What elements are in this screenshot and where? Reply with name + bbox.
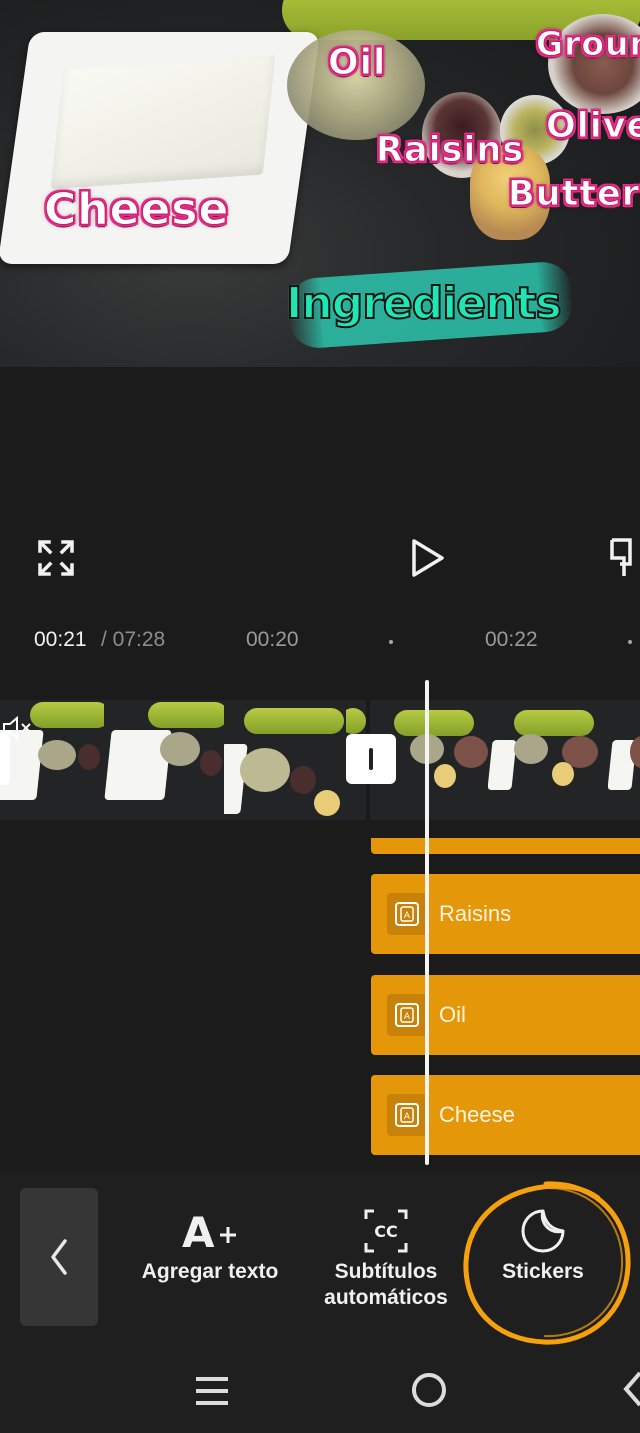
clip-thumbnail	[224, 700, 346, 820]
video-track[interactable]	[0, 700, 640, 820]
svg-text:A: A	[182, 1208, 215, 1255]
ingredients-label: Ingredients	[285, 277, 563, 330]
text-clip-label: Oil	[439, 1002, 466, 1027]
play-button[interactable]	[400, 534, 456, 582]
clip-thumbnail	[608, 700, 640, 820]
crop-icon	[610, 538, 632, 576]
clip-trim-handle-left[interactable]	[0, 733, 10, 785]
text-clip-icon: A	[387, 893, 427, 935]
text-clip-label: Raisins	[439, 901, 512, 926]
chevron-left-icon	[51, 1239, 67, 1275]
text-track-cheese[interactable]: A Cheese	[371, 1075, 640, 1155]
player-controls	[0, 520, 640, 596]
timecode-ruler: 00:21 / 07:28 00:20 00:22	[0, 618, 640, 662]
clip-thumbnail	[104, 700, 224, 820]
add-text-icon: A	[124, 1203, 296, 1259]
sticker-oil[interactable]: Oil	[327, 42, 386, 84]
svg-text:A: A	[404, 911, 411, 921]
fullscreen-icon	[38, 540, 74, 576]
auto-subtitles-label-line1: Subtítulos	[334, 1260, 438, 1283]
highlight-circle-annotation	[463, 1181, 631, 1345]
playhead[interactable]	[425, 680, 429, 1165]
sticker-ground[interactable]: Groun	[535, 24, 640, 64]
text-clip-icon: A	[387, 994, 427, 1036]
back-nav-icon[interactable]	[620, 1369, 640, 1409]
svg-text:CC: CC	[374, 1222, 397, 1241]
add-text-label: Agregar texto	[141, 1260, 279, 1283]
text-clip-icon: A	[387, 1094, 427, 1136]
text-track-partial[interactable]	[371, 838, 640, 854]
sticker-ingredients[interactable]: Ingredients	[285, 277, 563, 330]
add-text-button[interactable]: A Agregar texto	[124, 1203, 296, 1285]
ruler-dot	[628, 640, 632, 644]
ruler-marker: 00:22	[485, 628, 538, 651]
text-clip-label: Cheese	[439, 1102, 515, 1127]
back-button[interactable]	[20, 1188, 98, 1326]
total-duration: / 07:28	[101, 628, 166, 651]
clip-thumbnail	[488, 700, 608, 820]
transition-button[interactable]	[346, 734, 396, 784]
captions-icon: CC	[306, 1203, 466, 1259]
sticker-butter[interactable]: Butter	[507, 174, 640, 215]
sticker-cheese[interactable]: Cheese	[43, 184, 229, 236]
text-track-raisins[interactable]: A Raisins	[371, 874, 640, 954]
ruler-marker: 00:20	[246, 628, 299, 651]
home-icon[interactable]	[410, 1371, 448, 1409]
current-time: 00:21	[34, 628, 87, 651]
svg-text:A: A	[404, 1112, 411, 1122]
fullscreen-button[interactable]	[30, 536, 82, 580]
video-preview[interactable]: Cheese Oil Raisins Olive Butter Groun In…	[0, 0, 640, 367]
ruler-dot	[389, 640, 393, 644]
play-icon	[412, 539, 444, 577]
sticker-olive[interactable]: Olive	[545, 106, 640, 147]
svg-text:A: A	[404, 1012, 411, 1022]
system-navigation-bar	[0, 1353, 640, 1433]
auto-subtitles-button[interactable]: CC Subtítulos automáticos	[306, 1203, 466, 1311]
text-track-oil[interactable]: A Oil	[371, 975, 640, 1055]
crop-button[interactable]	[600, 534, 640, 582]
sticker-raisins[interactable]: Raisins	[375, 130, 524, 171]
recent-apps-icon[interactable]	[194, 1373, 230, 1409]
cheese-block-image	[50, 54, 276, 190]
auto-subtitles-label-line2: automáticos	[324, 1286, 448, 1309]
